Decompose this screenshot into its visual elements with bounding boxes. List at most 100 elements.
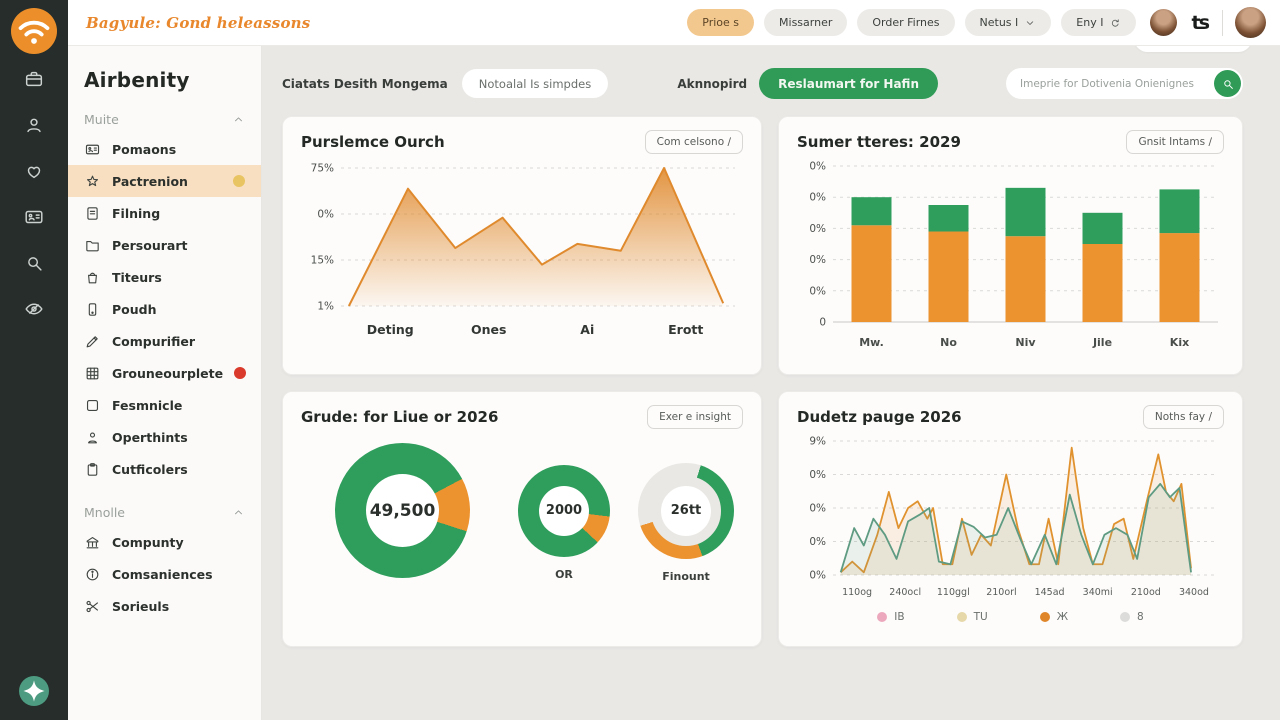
main-content: Packissses Dstrvemesnt Ciatats Desith Mo… [262, 0, 1280, 647]
nav-eny-i-button[interactable]: Eny I [1061, 9, 1136, 36]
budget-card-action-button[interactable]: Noths fay / [1143, 405, 1224, 429]
legend-dot-icon [957, 612, 967, 622]
workspace-title: Airbenity [84, 68, 245, 92]
legend-dot-icon [877, 612, 887, 622]
donut-charts: 49,5002000OR26ttFinount [301, 443, 743, 605]
svg-text:Ai: Ai [580, 322, 594, 337]
refresh-icon [1109, 17, 1121, 29]
summary-card-action-button[interactable]: Gnsit Intams ∕ [1126, 130, 1224, 154]
sidebar-item-sorieuls[interactable]: Sorieuls [68, 590, 261, 622]
toolbar-filter-pill[interactable]: Notoalal Is simpdes [462, 69, 608, 98]
svg-text:Deting: Deting [367, 322, 414, 337]
summary-card: Sumer tteres: 2029 Gnsit Intams ∕ 0% 0% 0%… [778, 116, 1243, 375]
id-card-icon[interactable] [23, 206, 45, 228]
performance-card: Purslemce Ourch Com celsono ∕ 75%0%15%1%… [282, 116, 762, 375]
svg-text:1%: 1% [317, 301, 334, 313]
svg-text:0%: 0% [809, 536, 826, 548]
svg-text:210od: 210od [1131, 587, 1161, 598]
bank-icon [84, 534, 101, 551]
legend-item-: Ж [1040, 611, 1068, 623]
sidebar-item-grouneourplete[interactable]: Grouneourplete [68, 357, 261, 389]
nav-order-firnes-button[interactable]: Order Firnes [857, 9, 954, 36]
svg-text:75%: 75% [311, 163, 334, 175]
sidebar-section-mnolle[interactable]: Mnolle [84, 505, 245, 520]
suitcase-icon[interactable] [23, 68, 45, 90]
svg-text:0%: 0% [809, 192, 826, 204]
sidebar-item-operthints[interactable]: Operthints [68, 421, 261, 453]
sidebar-item-titeurs[interactable]: Titeurs [68, 261, 261, 293]
search-submit-button[interactable] [1214, 70, 1241, 97]
nav-netus-i-button[interactable]: Netus I [965, 9, 1052, 36]
donut-1: 49,500 [335, 443, 470, 605]
pencil-icon [84, 333, 101, 350]
performance-card-action-button[interactable]: Com celsono ∕ [645, 130, 743, 154]
restaurant-filter-button[interactable]: Reslaumart for Hafin [759, 68, 938, 99]
person-icon[interactable] [23, 114, 45, 136]
phone-icon [84, 301, 101, 318]
grid-icon [84, 365, 101, 382]
chart-legend: IB TU Ж 8 [797, 611, 1224, 623]
eye-off-icon[interactable] [23, 298, 45, 320]
sidebar-item-cutficolers[interactable]: Cutficolers [68, 453, 261, 485]
legend-item-8: 8 [1120, 611, 1144, 623]
chevron-up-icon [232, 506, 245, 519]
search-icon[interactable] [23, 252, 45, 274]
scissors-icon [84, 598, 101, 615]
summary-card-title: Sumer tteres: 2029 [797, 133, 961, 151]
svg-text:0%: 0% [809, 570, 826, 582]
svg-text:15%: 15% [311, 255, 334, 267]
svg-text:Kix: Kix [1170, 336, 1189, 349]
sidebar-section-muite[interactable]: Muite [84, 112, 245, 127]
svg-text:0%: 0% [317, 209, 334, 221]
info-circle-icon [84, 566, 101, 583]
sidebar-item-poudh[interactable]: Poudh [68, 293, 261, 325]
app-logo-button[interactable] [11, 8, 57, 54]
assistant-button[interactable] [19, 676, 49, 706]
legend-item-tu: TU [957, 611, 988, 623]
svg-text:145ad: 145ad [1035, 587, 1065, 598]
sidebar-item-compurifier[interactable]: Compurifier [68, 325, 261, 357]
nav-missarner-button[interactable]: Missarner [764, 9, 847, 36]
wifi-logo-icon [11, 8, 57, 54]
svg-text:0%: 0% [809, 223, 826, 235]
sidebar-item-pactrenion[interactable]: Pactrenion [68, 165, 261, 197]
stacked-bar-chart: 0%0%0%0%0%0Mw.NoNivJileKix [797, 156, 1224, 362]
sidebar-item-fesmnicle[interactable]: Fesmnicle [68, 389, 261, 421]
donut-caption: Finount [662, 570, 710, 586]
nav-prioe-s-button[interactable]: Prioe s [687, 9, 754, 36]
svg-text:0%: 0% [809, 469, 826, 481]
sidebar-item-persourart[interactable]: Persourart [68, 229, 261, 261]
svg-text:340mi: 340mi [1083, 587, 1113, 598]
svg-text:0: 0 [819, 317, 826, 329]
left-icon-rail [0, 0, 68, 720]
sidebar-item-compunty[interactable]: Compunty [68, 526, 261, 558]
user-avatar-secondary[interactable] [1150, 9, 1177, 36]
svg-text:340od: 340od [1179, 587, 1209, 598]
heart-icon[interactable] [23, 160, 45, 182]
file-icon [84, 205, 101, 222]
search-icon [1221, 77, 1235, 91]
header-divider [1222, 10, 1223, 36]
bag-icon [84, 269, 101, 286]
star-icon [84, 173, 101, 190]
svg-text:240ocl: 240ocl [889, 587, 921, 598]
red-badge [234, 367, 246, 379]
svg-text:Jile: Jile [1092, 336, 1112, 349]
svg-text:9%: 9% [809, 436, 826, 448]
user-avatar[interactable] [1235, 7, 1266, 38]
grade-card-action-button[interactable]: Exer e insight [647, 405, 743, 429]
yellow-badge [233, 175, 245, 187]
search-box [1006, 68, 1243, 99]
svg-text:0%: 0% [809, 285, 826, 297]
legend-item-ib: IB [877, 611, 904, 623]
toolbar-left-label: Ciatats Desith Mongema [282, 77, 448, 91]
sidebar-item-comsaniences[interactable]: Comsaniences [68, 558, 261, 590]
multi-line-chart: 9%0%0%0%0%110og240ocl110ggl210orl145ad34… [797, 431, 1224, 607]
square-icon [84, 397, 101, 414]
grade-card-title: Grude: for Liue or 2026 [301, 408, 498, 426]
area-chart: 75%0%15%1%DetingOnesAiErott [301, 156, 743, 348]
person-pin-icon [84, 429, 101, 446]
sidebar-item-pomaons[interactable]: Pomaons [68, 133, 261, 165]
sidebar-item-filning[interactable]: Filning [68, 197, 261, 229]
search-input[interactable] [1020, 78, 1214, 90]
